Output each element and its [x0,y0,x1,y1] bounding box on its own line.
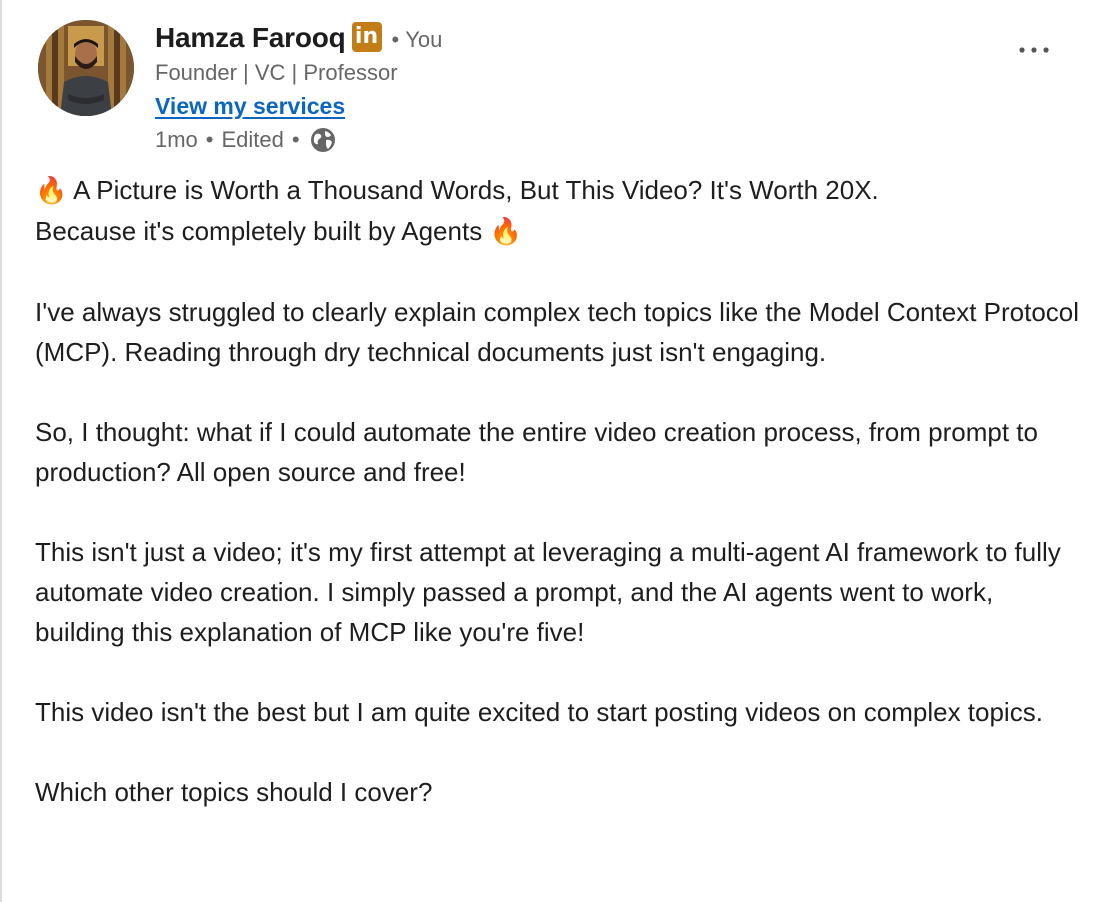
author-headline: Founder | VC | Professor [155,60,398,85]
separator-dot: • [391,27,400,52]
separator-dot: • [205,127,214,152]
post-header: Hamza Farooq in • You Founder | VC | Pro… [38,20,1078,160]
post-paragraph: I've always struggled to clearly explain… [35,297,1087,367]
post-age: 1mo [155,127,198,152]
edited-label: Edited [221,127,284,152]
fire-emoji-icon: 🔥 [489,217,522,247]
post-paragraph: Which other topics should I cover? [35,777,433,807]
post-text: A Picture is Worth a Thousand Words, But… [35,175,879,246]
globe-icon [310,128,335,152]
post-paragraph: So, I thought: what if I could automate … [35,417,1046,487]
post-card: Hamza Farooq in • You Founder | VC | Pro… [0,0,1098,902]
separator-dot: • [291,127,300,152]
author-name[interactable]: Hamza Farooq [155,22,346,54]
more-options-icon[interactable] [1014,38,1054,68]
author-meta: Hamza Farooq in • You Founder | VC | Pro… [155,20,975,157]
post-timestamp-row: 1mo • Edited • [155,123,975,157]
linkedin-badge-icon: in [351,22,382,52]
relation-label: You [405,27,443,52]
post-paragraph: This video isn't the best but I am quite… [35,697,1043,727]
post-paragraph: 🔥 A Picture is Worth a Thousand Words, B… [35,170,1085,252]
avatar-photo [38,20,134,116]
post-paragraph: This isn't just a video; it's my first a… [35,537,1069,647]
fire-emoji-icon: 🔥 [35,176,68,206]
author-avatar[interactable] [38,20,134,116]
name-row: Hamza Farooq in • You [155,20,975,56]
view-services-link[interactable]: View my services [155,89,345,123]
post-body: 🔥 A Picture is Worth a Thousand Words, B… [35,170,1085,812]
